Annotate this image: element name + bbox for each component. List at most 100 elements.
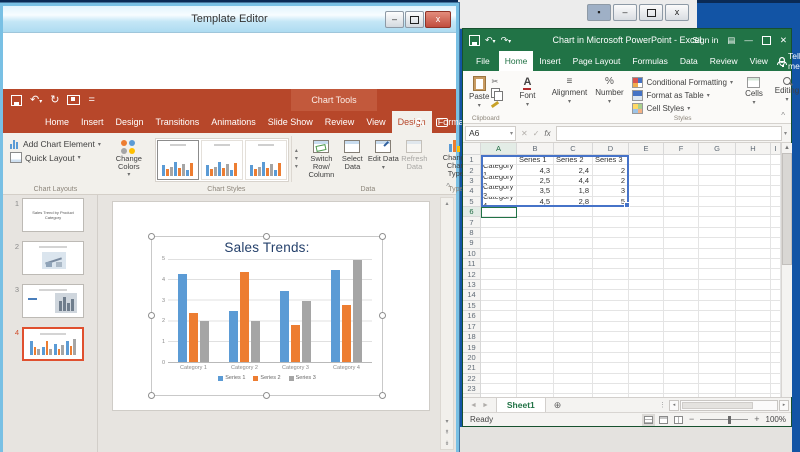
selection-handle[interactable] <box>148 233 155 240</box>
cell-I15[interactable] <box>771 301 781 311</box>
cell-H13[interactable] <box>736 280 771 290</box>
comments-icon[interactable] <box>436 118 448 127</box>
cell-I4[interactable] <box>771 186 781 196</box>
expand-formula-bar-icon[interactable]: ▾ <box>784 130 789 137</box>
cell-H17[interactable] <box>736 322 771 332</box>
cell-G6[interactable] <box>699 207 736 217</box>
cell-I7[interactable] <box>771 217 781 227</box>
cell-I3[interactable] <box>771 176 781 186</box>
cell-D18[interactable] <box>593 332 629 342</box>
cell-B15[interactable] <box>517 301 554 311</box>
cell-F17[interactable] <box>664 322 699 332</box>
customize-qat-icon[interactable]: = <box>88 95 94 106</box>
cell-A7[interactable] <box>481 217 517 227</box>
selection-handle[interactable] <box>379 312 386 319</box>
row-header-2[interactable]: 2 <box>463 165 481 175</box>
cell-A15[interactable] <box>481 301 517 311</box>
cell-B22[interactable] <box>517 374 554 384</box>
cell-G18[interactable] <box>699 332 736 342</box>
cell-E9[interactable] <box>629 238 664 248</box>
row-header-14[interactable]: 14 <box>463 290 481 300</box>
scroll-thumb[interactable] <box>682 402 753 409</box>
cell-C11[interactable] <box>554 259 593 269</box>
scroll-up-icon[interactable]: ▴ <box>445 200 448 207</box>
row-header-6[interactable]: 6 <box>463 207 481 217</box>
slide-thumbnail-4[interactable] <box>22 327 84 361</box>
cell-A9[interactable] <box>481 238 517 248</box>
tab-animations[interactable]: Animations <box>205 111 262 133</box>
cell-A1[interactable] <box>481 155 517 165</box>
cell-F14[interactable] <box>664 290 699 300</box>
cell-D5[interactable]: 5 <box>593 197 629 207</box>
new-sheet-button[interactable]: ⊕ <box>546 398 570 412</box>
slide-thumbnail-1[interactable]: Sales Trend by Product Category <box>22 198 84 232</box>
tab-design[interactable]: Design <box>110 111 150 133</box>
background-window-pin-button[interactable]: ▪ <box>587 4 611 21</box>
cell-E10[interactable] <box>629 249 664 259</box>
save-icon[interactable] <box>11 95 22 106</box>
collapse-ribbon-icon[interactable]: ^ <box>446 182 450 191</box>
cell-B19[interactable] <box>517 342 554 352</box>
column-header-H[interactable]: H <box>736 143 771 155</box>
cell-G4[interactable] <box>699 186 736 196</box>
cell-A5[interactable]: Category 4 <box>481 197 517 207</box>
cell-H15[interactable] <box>736 301 771 311</box>
row-header-21[interactable]: 21 <box>463 363 481 373</box>
slide-thumbnail-2[interactable] <box>22 241 84 275</box>
column-header-I[interactable]: I <box>771 143 781 155</box>
cell-E7[interactable] <box>629 217 664 227</box>
cell-D2[interactable]: 2 <box>593 165 629 175</box>
cell-G12[interactable] <box>699 269 736 279</box>
cell-C4[interactable]: 1,8 <box>554 186 593 196</box>
cell-E3[interactable] <box>629 176 664 186</box>
cell-H7[interactable] <box>736 217 771 227</box>
cell-B8[interactable] <box>517 228 554 238</box>
cell-A4[interactable]: Category 3 <box>481 186 517 196</box>
quick-layout-button[interactable]: Quick Layout▾ <box>10 152 101 163</box>
cell-C10[interactable] <box>554 249 593 259</box>
cell-A13[interactable] <box>481 280 517 290</box>
cell-D10[interactable] <box>593 249 629 259</box>
cell-D11[interactable] <box>593 259 629 269</box>
scroll-down-icon[interactable]: ▾ <box>445 418 448 425</box>
conditional-formatting-button[interactable]: Conditional Formatting▾ <box>632 77 733 88</box>
cell-I5[interactable] <box>771 197 781 207</box>
redo-icon[interactable]: ↷▾ <box>501 36 512 45</box>
slide-4-canvas[interactable]: Sales Trends: 012345 Category 1Category … <box>112 201 430 411</box>
cell-B14[interactable] <box>517 290 554 300</box>
font-button[interactable]: A Font▾ <box>510 74 544 114</box>
formula-input[interactable] <box>556 126 782 141</box>
chart-title[interactable]: Sales Trends: <box>152 237 382 257</box>
cell-F23[interactable] <box>664 384 699 394</box>
cell-C20[interactable] <box>554 353 593 363</box>
chart-plot-area[interactable] <box>168 259 372 363</box>
format-as-table-button[interactable]: Format as Table▾ <box>632 90 733 101</box>
row-header-16[interactable]: 16 <box>463 311 481 321</box>
bar-series-3[interactable] <box>353 260 362 362</box>
cell-H23[interactable] <box>736 384 771 394</box>
cell-G21[interactable] <box>699 363 736 373</box>
row-header-17[interactable]: 17 <box>463 322 481 332</box>
cell-D22[interactable] <box>593 374 629 384</box>
bar-series-3[interactable] <box>251 321 260 362</box>
selection-handle[interactable] <box>379 392 386 399</box>
collapse-ribbon-icon[interactable]: ^ <box>781 111 785 120</box>
bar-series-3[interactable] <box>200 321 209 362</box>
cell-F7[interactable] <box>664 217 699 227</box>
selection-handle[interactable] <box>263 233 270 240</box>
cell-D17[interactable] <box>593 322 629 332</box>
format-painter-icon[interactable] <box>491 101 499 108</box>
row-header-9[interactable]: 9 <box>463 238 481 248</box>
row-header-13[interactable]: 13 <box>463 280 481 290</box>
cell-E1[interactable] <box>629 155 664 165</box>
cell-E20[interactable] <box>629 353 664 363</box>
tab-view[interactable]: View <box>744 51 774 71</box>
cell-H1[interactable] <box>736 155 771 165</box>
worksheet-grid[interactable]: ABCDEFGHI1Series 1Series 2Series 32Categ… <box>463 143 781 405</box>
cell-D19[interactable] <box>593 342 629 352</box>
page-layout-view-icon[interactable] <box>659 416 668 424</box>
tab-review[interactable]: Review <box>704 51 744 71</box>
row-header-10[interactable]: 10 <box>463 249 481 259</box>
cell-I2[interactable] <box>771 165 781 175</box>
slide-scrollbar[interactable]: ▴ ▾ ↟ ↡ <box>440 197 454 450</box>
